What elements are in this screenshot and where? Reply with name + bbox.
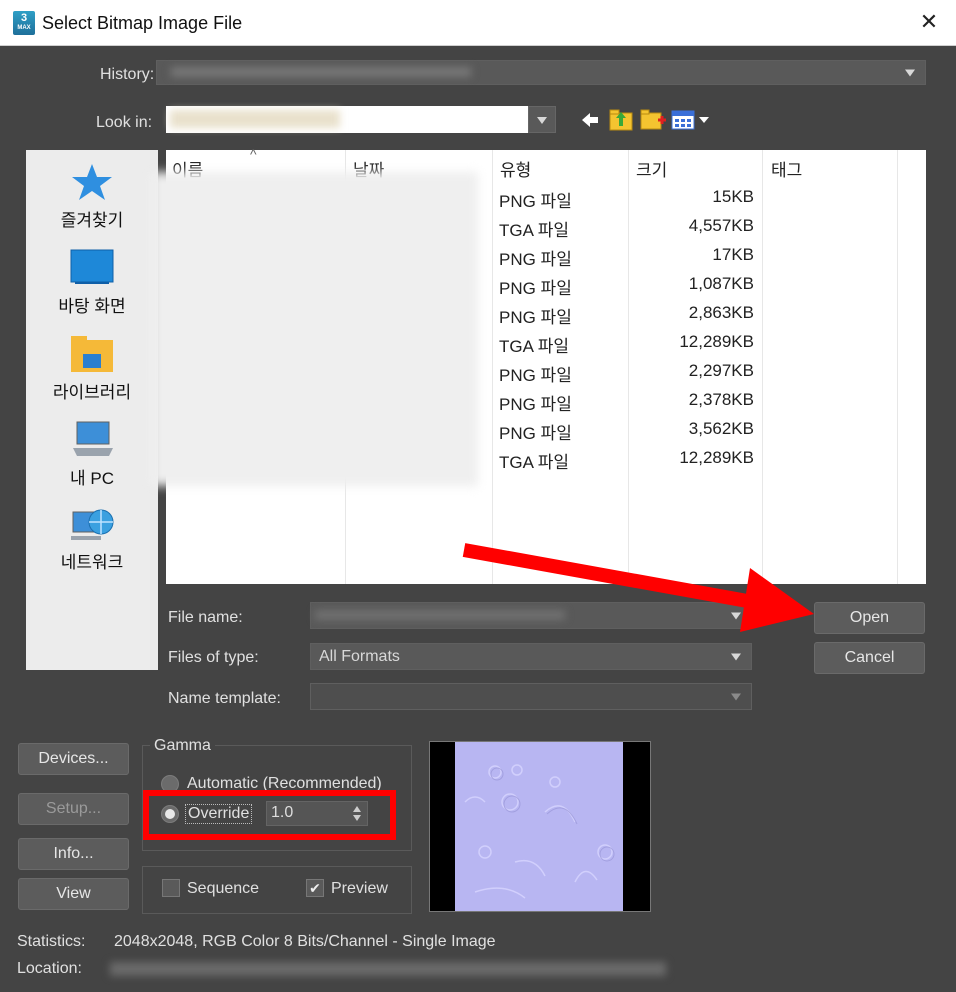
filetype-label: Files of type: [168,649,259,666]
file-size[interactable]: 2,378KB [636,390,754,410]
setup-button[interactable]: Setup... [18,793,129,825]
column-separator [492,150,493,584]
sequence-label[interactable]: Sequence [187,880,259,898]
filetype-value: All Formats [319,647,400,665]
annotation-highlight-box [143,790,396,840]
file-size[interactable]: 1,087KB [636,274,754,294]
history-label: History: [100,66,155,83]
normal-map-image [455,742,623,911]
file-type[interactable]: PNG 파일 [499,187,572,212]
preview-label[interactable]: Preview [331,880,388,898]
file-type[interactable]: TGA 파일 [499,332,569,357]
window-title: Select Bitmap Image File [42,13,243,33]
desktop-icon [70,249,114,284]
file-size[interactable]: 3,562KB [636,419,754,439]
history-path-redacted [171,67,471,77]
file-size[interactable]: 2,297KB [636,361,754,381]
chevron-down-icon[interactable] [731,653,741,660]
filename-label: File name: [168,609,243,626]
devices-button[interactable]: Devices... [18,743,129,775]
lookin-combo[interactable] [166,106,528,133]
file-names-redacted [150,172,478,486]
file-type[interactable]: PNG 파일 [499,361,572,386]
place-label: 라이브러리 [52,383,132,402]
place-label: 네트워크 [60,553,124,572]
file-size[interactable]: 15KB [636,187,754,207]
app-icon-label: MAX [17,25,31,31]
place-label: 바탕 화면 [58,297,126,316]
statistics-label: Statistics: [17,933,86,950]
preview-thumbnail [429,741,651,912]
sort-ascending-icon: ^ [250,146,257,162]
file-list[interactable]: 이름 ^ 날짜 유형 크기 태그 PNG 파일 15KB TGA 파일 4,55… [150,146,926,584]
file-type[interactable]: TGA 파일 [499,448,569,473]
lookin-label: Look in: [96,114,153,131]
app-icon-number: 3 [20,12,28,24]
nametemplate-combo[interactable] [310,683,752,710]
file-type[interactable]: PNG 파일 [499,245,572,270]
file-type[interactable]: TGA 파일 [499,216,569,241]
file-type[interactable]: PNG 파일 [499,390,572,415]
new-folder-icon[interactable] [639,106,667,132]
computer-icon [73,421,113,456]
place-network[interactable]: 네트워크 [26,504,158,573]
place-libraries[interactable]: 라이브러리 [26,334,158,403]
file-size[interactable]: 12,289KB [636,448,754,468]
file-size[interactable]: 2,863KB [636,303,754,323]
column-header-tags[interactable]: 태그 [771,156,802,181]
view-button[interactable]: View [18,878,129,910]
lookin-dropdown-button[interactable] [528,106,556,133]
file-type[interactable]: PNG 파일 [499,419,572,444]
gamma-title: Gamma [150,737,215,755]
open-button[interactable]: Open [814,602,925,634]
file-size[interactable]: 17KB [636,245,754,265]
annotation-arrow-icon [462,543,814,632]
chevron-down-icon[interactable] [731,693,741,700]
file-size[interactable]: 4,557KB [636,216,754,236]
chevron-down-icon[interactable] [905,69,915,76]
3dsmax-app-icon: 3 MAX [13,11,35,35]
location-label: Location: [17,960,82,977]
places-sidebar: 즐겨찾기 바탕 화면 라이브러리 내 PC 네트워크 [26,150,158,670]
preview-checkbox[interactable]: ✔ [306,879,324,897]
filetype-combo[interactable]: All Formats [310,643,752,670]
file-type[interactable]: PNG 파일 [499,274,572,299]
library-folder-icon [71,336,113,372]
up-folder-icon[interactable] [607,106,635,132]
info-button[interactable]: Info... [18,838,129,870]
sequence-checkbox[interactable] [162,879,180,897]
column-separator [762,150,763,584]
statistics-value: 2048x2048, RGB Color 8 Bits/Channel - Si… [114,933,496,950]
close-icon[interactable]: ✕ [914,7,944,37]
column-header-type[interactable]: 유형 [500,156,531,181]
place-desktop[interactable]: 바탕 화면 [26,248,158,317]
back-arrow-icon[interactable] [580,110,600,130]
nametemplate-label: Name template: [168,690,281,707]
chevron-down-icon [537,117,547,124]
column-header-size[interactable]: 크기 [636,156,667,181]
location-path-redacted [110,962,666,976]
place-favorites[interactable]: 즐겨찾기 [26,162,158,231]
place-label: 즐겨찾기 [60,211,124,230]
star-icon [72,164,112,200]
file-type[interactable]: PNG 파일 [499,303,572,328]
history-combo[interactable] [156,60,926,85]
lookin-path-redacted [170,110,340,128]
file-size[interactable]: 12,289KB [636,332,754,352]
view-menu-icon[interactable] [671,109,711,131]
place-label: 내 PC [70,469,114,488]
place-this-pc[interactable]: 내 PC [26,420,158,489]
column-separator [897,150,898,584]
column-separator [628,150,629,584]
cancel-button[interactable]: Cancel [814,642,925,674]
network-icon [71,509,114,540]
